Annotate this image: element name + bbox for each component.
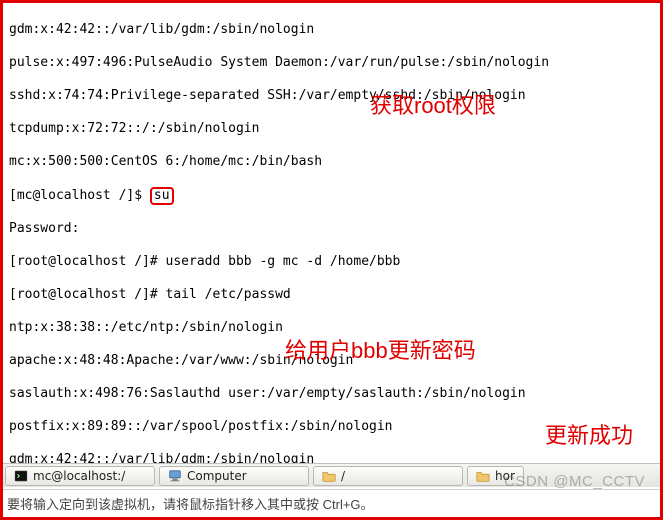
passwd-line: sshd:x:74:74:Privilege-separated SSH:/va… bbox=[9, 88, 654, 105]
taskbar-item-computer[interactable]: Computer bbox=[159, 466, 309, 486]
passwd-line: pulse:x:497:496:PulseAudio System Daemon… bbox=[9, 55, 654, 72]
taskbar-item-folder[interactable]: / bbox=[313, 466, 463, 486]
passwd-line: postfix:x:89:89::/var/spool/postfix:/sbi… bbox=[9, 419, 654, 436]
passwd-line: mc:x:500:500:CentOS 6:/home/mc:/bin/bash bbox=[9, 154, 654, 171]
taskbar-label: Computer bbox=[187, 469, 247, 483]
passwd-line: gdm:x:42:42::/var/lib/gdm:/sbin/nologin bbox=[9, 452, 654, 463]
vm-hint-text: 要将输入定向到该虚拟机，请将鼠标指针移入其中或按 Ctrl+G。 bbox=[7, 494, 374, 513]
passwd-line: saslauth:x:498:76:Saslauthd user:/var/em… bbox=[9, 386, 654, 403]
taskbar-label: / bbox=[341, 469, 345, 483]
password-prompt: Password: bbox=[9, 221, 654, 238]
taskbar-item-hor[interactable]: hor bbox=[467, 466, 524, 486]
passwd-line: tcpdump:x:72:72::/:/sbin/nologin bbox=[9, 121, 654, 138]
passwd-line: gdm:x:42:42::/var/lib/gdm:/sbin/nologin bbox=[9, 22, 654, 39]
passwd-line: apache:x:48:48:Apache:/var/www:/sbin/nol… bbox=[9, 353, 654, 370]
taskbar-label: hor bbox=[495, 469, 515, 483]
terminal-icon bbox=[14, 469, 28, 483]
folder-icon bbox=[322, 469, 336, 483]
highlight-su: su bbox=[150, 187, 174, 205]
user-prompt: [mc@localhost /]$ bbox=[9, 188, 150, 203]
taskbar-item-terminal[interactable]: mc@localhost:/ bbox=[5, 466, 155, 486]
folder-icon bbox=[476, 469, 490, 483]
computer-icon bbox=[168, 469, 182, 483]
taskbar-label: mc@localhost:/ bbox=[33, 469, 125, 483]
cmd-line: [root@localhost /]# tail /etc/passwd bbox=[9, 287, 654, 304]
passwd-line: ntp:x:38:38::/etc/ntp:/sbin/nologin bbox=[9, 320, 654, 337]
taskbar: mc@localhost:/ Computer / hor bbox=[3, 463, 660, 487]
cmd-line: [root@localhost /]# useradd bbb -g mc -d… bbox=[9, 254, 654, 271]
terminal-output[interactable]: gdm:x:42:42::/var/lib/gdm:/sbin/nologin … bbox=[3, 3, 660, 463]
vm-hint-bar: 要将输入定向到该虚拟机，请将鼠标指针移入其中或按 Ctrl+G。 bbox=[3, 489, 660, 517]
